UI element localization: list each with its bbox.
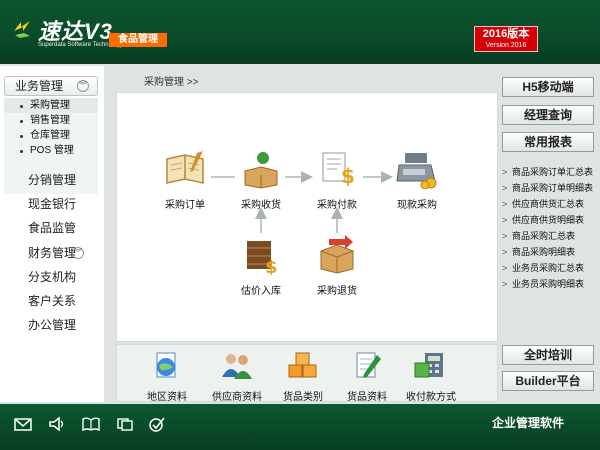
invoice-money-icon: $ [322, 152, 355, 188]
sidebar-item-branches[interactable]: 分支机构 [0, 267, 104, 287]
mobile-h5-button[interactable]: H5移动端 [502, 77, 594, 97]
tool-payment-methods[interactable]: 收付款方式 [399, 351, 463, 403]
builder-platform-button[interactable]: Builder平台 [502, 371, 594, 391]
mail-icon[interactable] [14, 416, 32, 432]
speaker-icon[interactable] [48, 416, 66, 432]
breadcrumb: 采购管理 >> [144, 77, 199, 88]
sidebar-item-cash-bank[interactable]: 现金银行 [0, 194, 104, 214]
node-label: 现款采购 [397, 200, 437, 211]
chevron-right-icon: > [502, 167, 508, 177]
node-estimate-stock-in[interactable]: $ 估价入库 [231, 235, 291, 297]
calculator-money-icon [414, 353, 443, 378]
sidebar-group-business[interactable]: 业务管理 ︾ [4, 76, 98, 96]
sidebar-item-warehouse[interactable]: 仓库管理 [4, 128, 98, 143]
chevron-right-icon: > [502, 183, 508, 193]
node-label: 采购收货 [241, 200, 281, 211]
app-header: 速达V3 Superdata Software Technology 食品管理 … [0, 0, 600, 64]
bullet-icon [20, 120, 23, 123]
node-purchase-order[interactable]: 采购订单 [155, 149, 215, 211]
tool-supplier-data[interactable]: 供应商资料 [205, 351, 269, 403]
book-icon[interactable] [82, 416, 100, 432]
footer-product-name: 企业管理软件 [492, 416, 565, 430]
tool-label: 地区资料 [147, 392, 187, 403]
node-label: 采购付款 [317, 200, 357, 211]
sidebar-item-sales[interactable]: 销售管理 [4, 113, 98, 128]
quick-tools-strip: 地区资料 供应商资料 货品类别 货品资料 收付款方式 [116, 344, 498, 403]
tool-label: 收付款方式 [406, 392, 456, 403]
node-label: 估价入库 [241, 286, 281, 297]
report-link[interactable]: > 供应商供货汇总表 [502, 196, 600, 212]
report-link[interactable]: > 业务员采购汇总表 [502, 260, 600, 276]
report-link[interactable]: > 商品采购订单明细表 [502, 180, 600, 196]
tool-goods-data[interactable]: 货品资料 [335, 351, 399, 403]
manager-query-button[interactable]: 经理查询 [502, 105, 594, 125]
app-footer: 企业管理软件 [0, 404, 600, 450]
report-link[interactable]: > 商品采购明细表 [502, 244, 600, 260]
sidebar-item-food-supervision[interactable]: 食品监管 [0, 218, 104, 238]
chevron-right-icon: > [502, 231, 508, 241]
node-purchase-receive[interactable]: 采购收货 [231, 149, 291, 211]
box-return-icon [320, 235, 354, 274]
check-circle-icon[interactable] [148, 416, 166, 432]
windows-icon[interactable] [116, 416, 134, 432]
brand-logo-icon [14, 21, 30, 38]
document-pen-icon [356, 352, 381, 378]
node-cash-purchase[interactable]: 现款采购 [387, 149, 447, 211]
sidebar-item-distribution[interactable]: 分销管理 [0, 170, 104, 190]
tool-label: 供应商资料 [212, 392, 262, 403]
svg-text:$: $ [265, 257, 278, 275]
bullet-icon [20, 135, 23, 138]
training-button[interactable]: 全时培训 [502, 345, 594, 365]
users-icon [222, 354, 252, 379]
tool-label: 货品类别 [283, 392, 323, 403]
svg-text:$: $ [341, 164, 355, 188]
sidebar-item-label: 财务管理 [27, 246, 76, 260]
report-list: > 商品采购订单汇总表 > 商品采购订单明细表 > 供应商供货汇总表 > 供应商供货明细… [502, 164, 600, 292]
node-purchase-payment[interactable]: $ 采购付款 [307, 149, 367, 211]
cash-register-icon [396, 153, 437, 190]
report-link[interactable]: > 商品采购汇总表 [502, 228, 600, 244]
version-subtitle: Version 2016 [485, 42, 527, 49]
sidebar-item-purchase[interactable]: 采购管理 [4, 98, 98, 113]
sidebar-item-crm[interactable]: 客户关系 [0, 291, 104, 311]
module-badge: 食品管理 [109, 33, 167, 47]
sidebar-item-office[interactable]: 办公管理 [0, 315, 104, 335]
chevron-down-icon: ︾ [77, 80, 89, 92]
sidebar-group-label: 业务管理 [15, 79, 64, 93]
tool-goods-category[interactable]: 货品类别 [271, 351, 335, 403]
node-label: 采购退货 [317, 286, 357, 297]
report-link[interactable]: > 商品采购订单汇总表 [502, 164, 600, 180]
tool-region-data[interactable]: 地区资料 [135, 351, 199, 403]
chevron-right-icon: > [502, 263, 508, 273]
person-box-icon [244, 152, 278, 189]
sidebar-item-finance[interactable]: 财务管理 ︾ [0, 243, 104, 263]
workflow-panel: 采购订单 采购收货 $ 采购付款 现款采购 $ 估价入库 采购退货 [116, 92, 498, 342]
chevron-right-icon: > [502, 279, 508, 289]
common-reports-button[interactable]: 常用报表 [502, 132, 594, 152]
stack-coin-icon: $ [247, 241, 278, 278]
report-link[interactable]: > 供应商供货明细表 [502, 212, 600, 228]
boxes-icon [288, 352, 317, 378]
node-label: 采购订单 [165, 200, 205, 211]
bullet-icon [20, 150, 23, 153]
sidebar-item-pos[interactable]: POS 管理 [4, 143, 98, 158]
version-badge: 2016版本 Version 2016 [474, 26, 538, 52]
sidebar: 业务管理 ︾ 采购管理 销售管理 仓库管理 POS 管理 分销管理 现金银行 食… [0, 66, 104, 402]
globe-document-icon [156, 352, 176, 378]
tool-label: 货品资料 [347, 392, 387, 403]
notebook-icon [166, 151, 204, 184]
bullet-icon [20, 105, 23, 108]
chevron-right-icon: > [502, 247, 508, 257]
node-purchase-return[interactable]: 采购退货 [307, 235, 367, 297]
version-title: 2016版本 [482, 28, 530, 40]
chevron-right-icon: > [502, 199, 508, 209]
chevron-right-icon: > [502, 215, 508, 225]
workflow-arrows [211, 171, 393, 233]
report-link[interactable]: > 业务员采购明细表 [502, 276, 600, 292]
chevron-down-icon: ︾ [72, 247, 84, 259]
